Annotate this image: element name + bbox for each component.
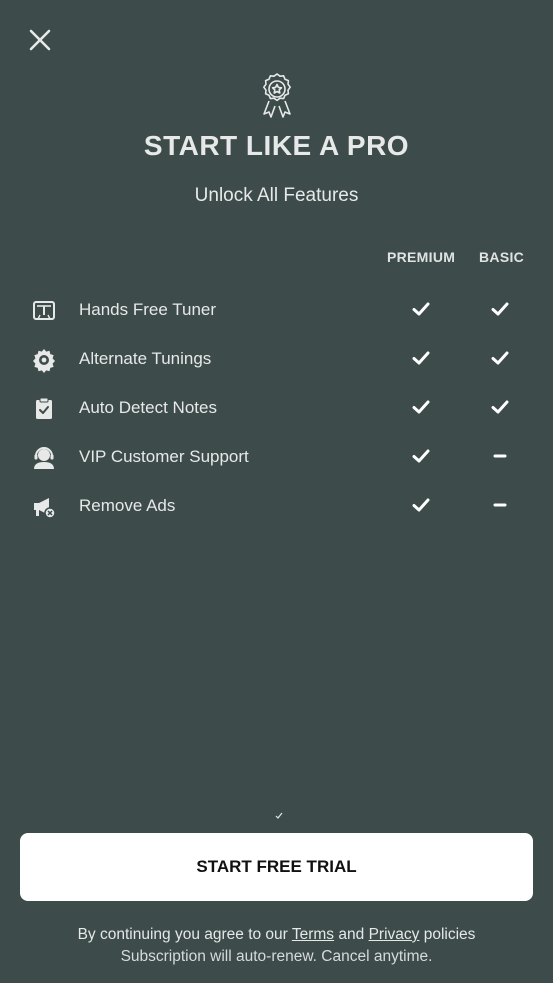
agreement-and: and [338, 926, 365, 943]
feature-label: Auto Detect Notes [79, 398, 217, 417]
award-ribbon-icon [258, 72, 296, 120]
agreement-suffix: policies [423, 926, 476, 943]
check-icon [412, 351, 430, 365]
check-icon [491, 302, 509, 316]
agreement-prefix: By continuing you agree to our [77, 926, 288, 943]
check-icon [412, 449, 430, 463]
page-title: START LIKE A PRO [143, 130, 410, 161]
close-icon [29, 29, 51, 51]
check-icon [491, 351, 509, 365]
tuner-icon [33, 301, 55, 320]
agreement-line: By continuing you agree to our Terms and… [0, 924, 553, 946]
feature-row-hands-free-tuner: Hands Free Tuner [0, 290, 553, 330]
megaphone-off-icon [34, 498, 56, 519]
check-icon [412, 498, 430, 512]
small-check-glyph [275, 812, 283, 819]
page-subtitle: Unlock All Features [194, 185, 359, 206]
feature-label: VIP Customer Support [79, 447, 249, 466]
feature-row-auto-detect-notes: Auto Detect Notes [0, 388, 553, 428]
feature-label: Alternate Tunings [79, 349, 212, 368]
feature-row-remove-ads: Remove Ads [0, 486, 553, 526]
feature-label: Remove Ads [79, 496, 176, 515]
dash-icon [493, 503, 507, 507]
feature-label: Hands Free Tuner [79, 300, 217, 319]
check-icon [412, 302, 430, 316]
column-header-basic: BASIC [479, 249, 525, 265]
privacy-link[interactable]: Privacy [369, 926, 420, 943]
support-agent-icon [34, 447, 54, 469]
start-free-trial-button[interactable]: START FREE TRIAL [20, 833, 533, 901]
gear-icon [33, 349, 55, 373]
dash-icon [493, 454, 507, 458]
check-icon [412, 400, 430, 414]
legal-text: By continuing you agree to our Terms and… [0, 924, 553, 968]
terms-link[interactable]: Terms [292, 926, 334, 943]
feature-row-vip-customer-support: VIP Customer Support [0, 437, 553, 477]
check-icon [491, 400, 509, 414]
column-header-premium: PREMIUM [387, 249, 456, 265]
feature-row-alternate-tunings: Alternate Tunings [0, 339, 553, 379]
subscription-note: Subscription will auto-renew. Cancel any… [120, 948, 433, 965]
clipboard-check-icon [36, 397, 52, 419]
close-button[interactable] [26, 26, 54, 54]
